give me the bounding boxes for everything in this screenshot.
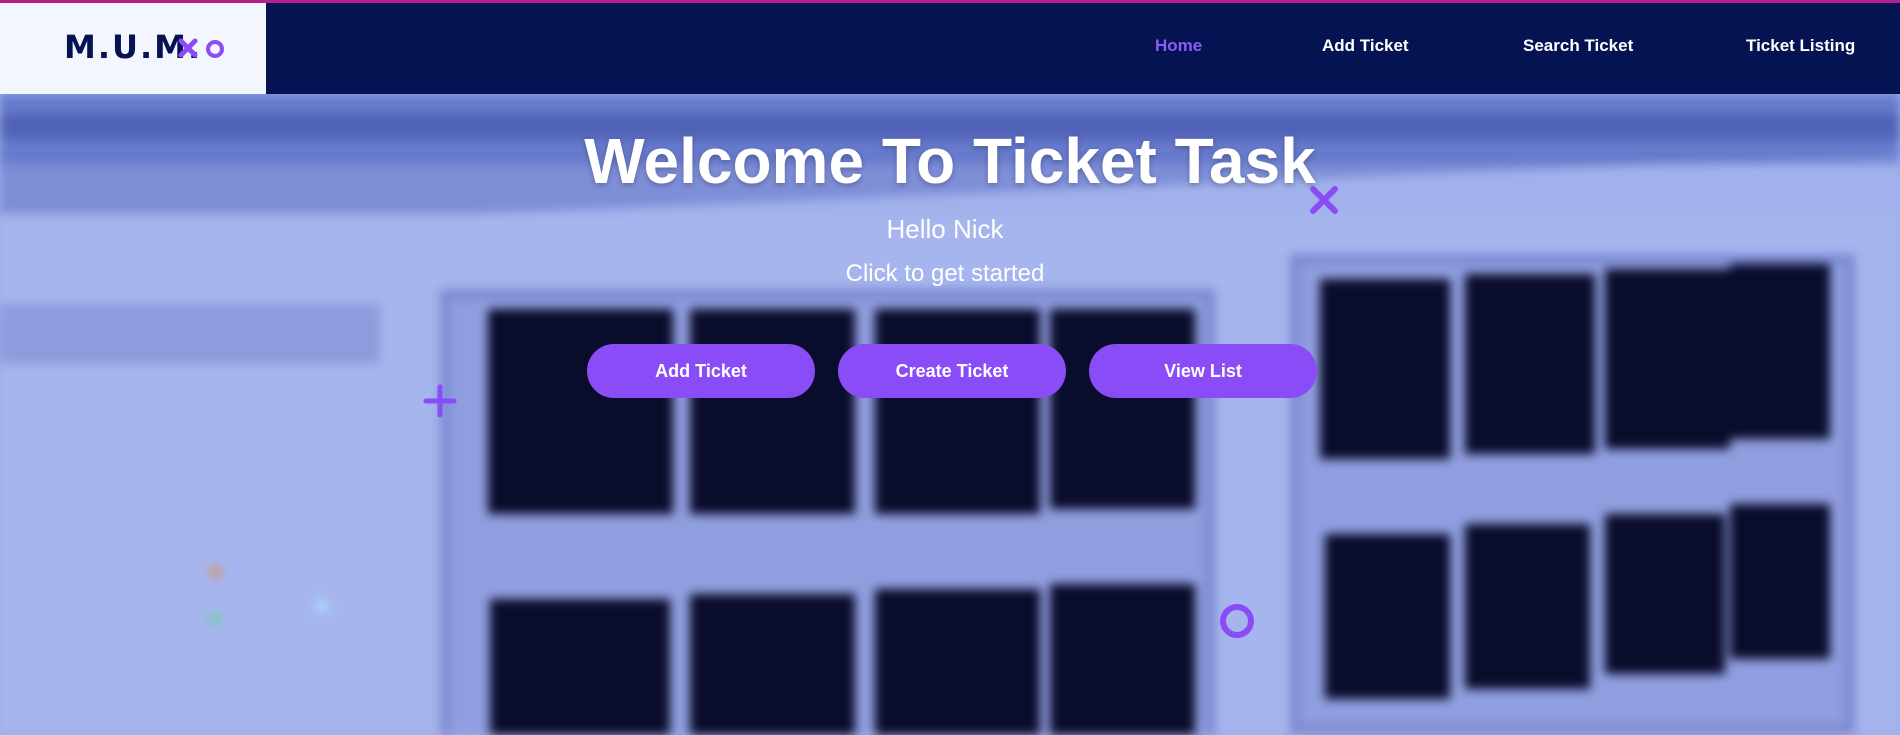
plus-icon <box>423 384 457 418</box>
navbar: M.U.M. Home Add Ticket Search Ticket Tic… <box>0 3 1900 94</box>
circle-icon <box>1220 604 1254 638</box>
nav-search-ticket[interactable]: Search Ticket <box>1523 36 1633 56</box>
hero-section: Welcome To Ticket Task Hello Nick Click … <box>0 94 1900 735</box>
x-mark-icon <box>178 38 198 58</box>
nav-home[interactable]: Home <box>1155 36 1202 56</box>
greeting-text: Hello Nick <box>886 214 1004 244</box>
x-mark-icon <box>1310 186 1338 214</box>
hero-title: Welcome To Ticket Task <box>584 125 1316 197</box>
circle-icon <box>206 40 224 58</box>
add-ticket-button[interactable]: Add Ticket <box>587 344 815 398</box>
create-ticket-button[interactable]: Create Ticket <box>838 344 1066 398</box>
get-started-text: Click to get started <box>845 260 1045 287</box>
nav-ticket-listing[interactable]: Ticket Listing <box>1746 36 1855 56</box>
nav-add-ticket[interactable]: Add Ticket <box>1322 36 1409 56</box>
logo[interactable]: M.U.M. <box>0 3 266 94</box>
top-accent-line <box>0 0 1900 3</box>
view-list-button[interactable]: View List <box>1089 344 1317 398</box>
